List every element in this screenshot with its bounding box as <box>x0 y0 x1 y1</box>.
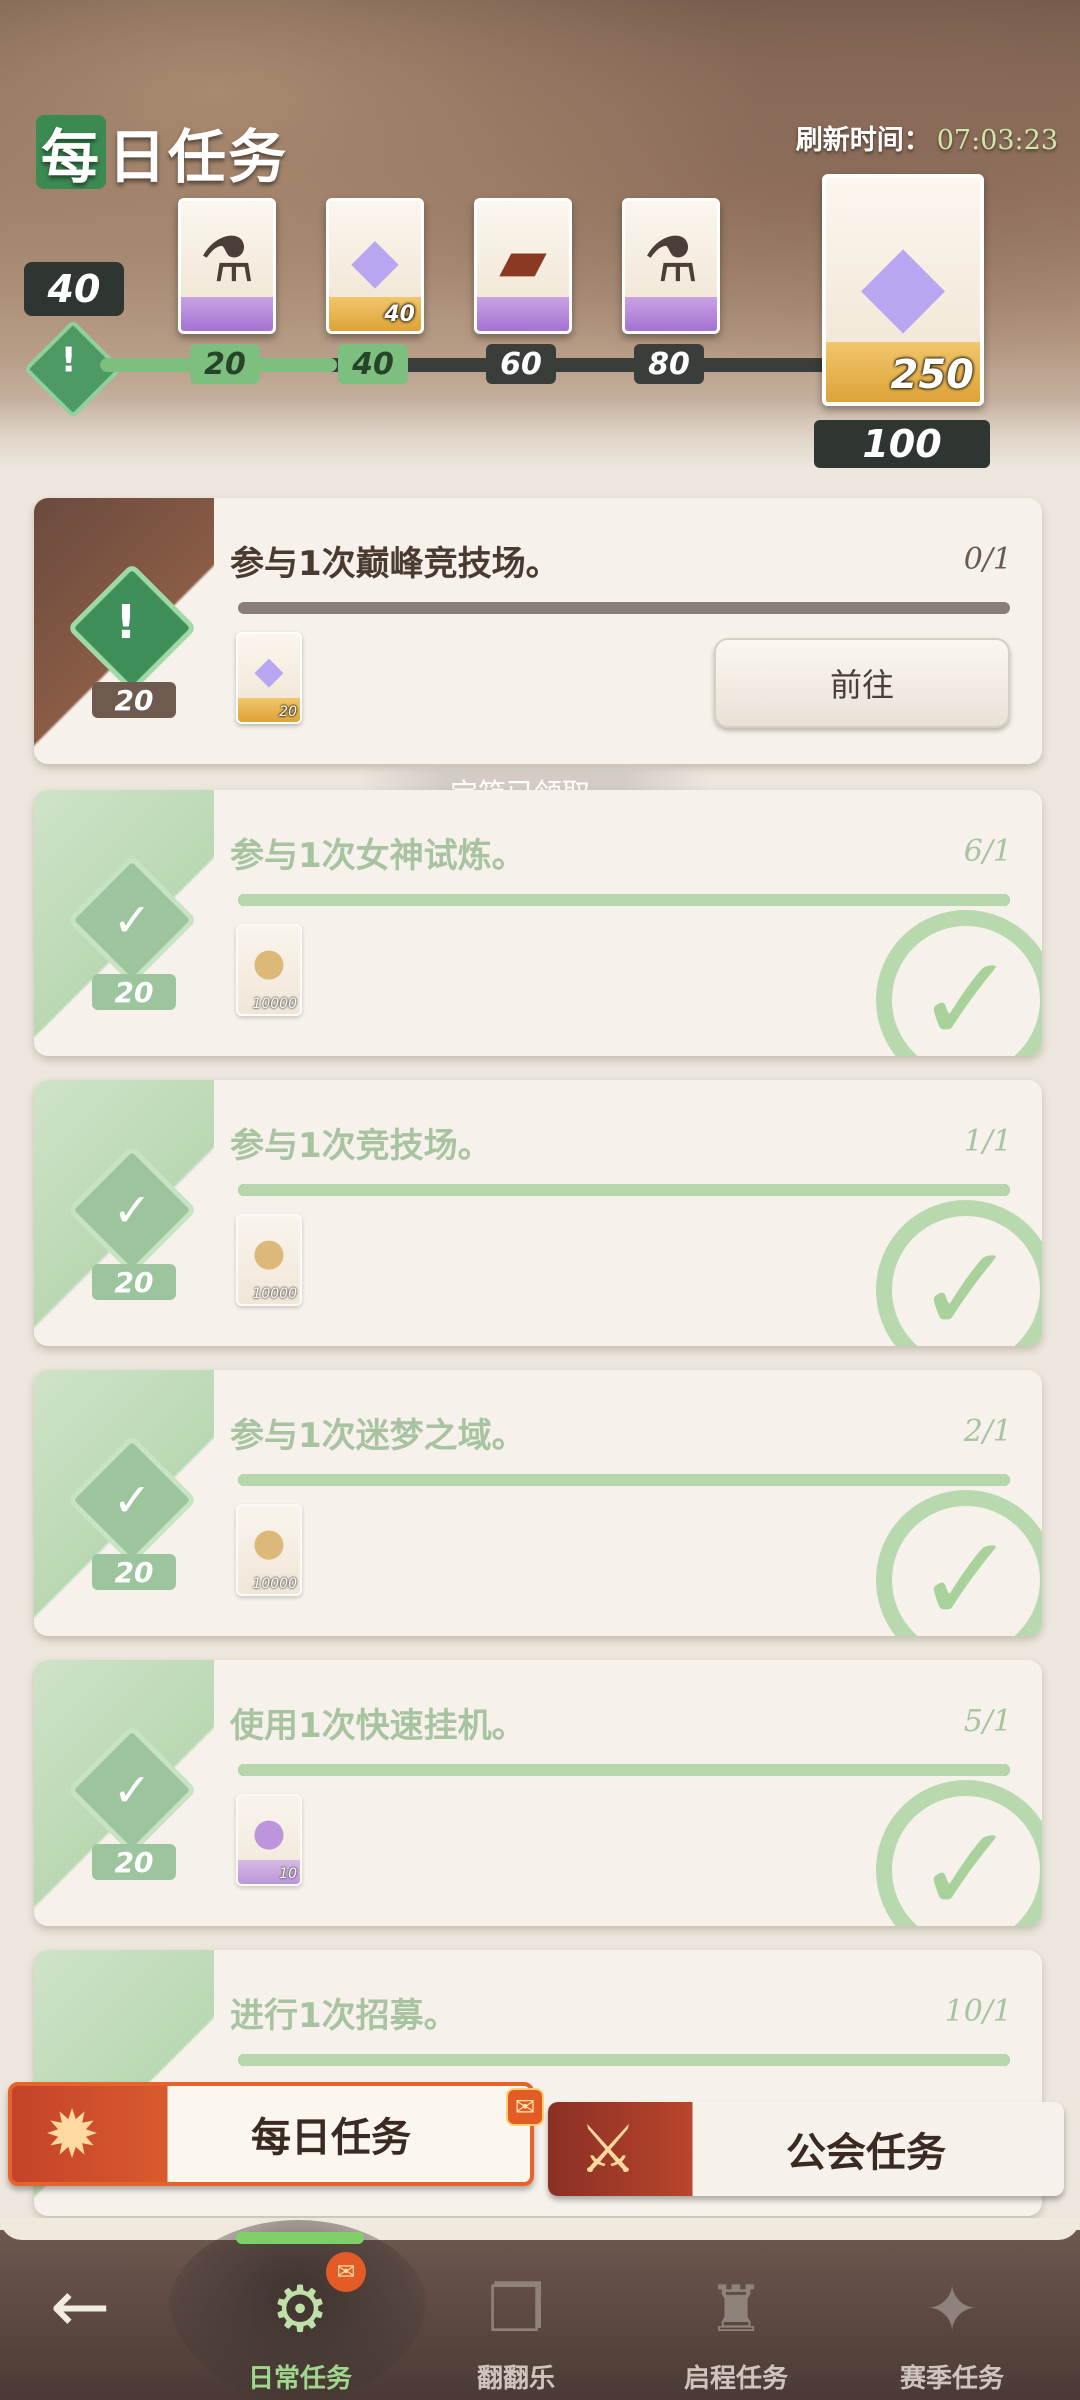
task-name: 参与1次女神试炼。 <box>230 836 526 876</box>
go-button[interactable]: 前往 <box>714 638 1010 728</box>
task-points: 20 <box>92 1554 176 1590</box>
purple-potion-icon: ⚗ <box>199 223 255 296</box>
task-points: 20 <box>92 1844 176 1880</box>
task-name: 进行1次招募。 <box>230 1996 458 2036</box>
task-reward-item[interactable]: ● 10000 <box>236 924 302 1016</box>
completed-check-icon: ✓ <box>876 1490 1042 1636</box>
task-progress-bar <box>238 894 1010 906</box>
task-progress-bar <box>238 2054 1010 2066</box>
milestone-marker-1: 20 <box>190 344 260 384</box>
completed-check-icon: ✓ <box>876 910 1042 1056</box>
completed-check-icon: ✓ <box>876 1200 1042 1346</box>
task-progress: 6/1 <box>963 834 1012 869</box>
task-name: 参与1次迷梦之域。 <box>230 1416 526 1456</box>
task-reward-qty: 10000 <box>252 1576 297 1592</box>
active-tab-indicator <box>236 2232 364 2244</box>
task-reward-qty: 20 <box>279 704 297 720</box>
nav-flip-game[interactable]: ❐ 翻翻乐 <box>436 2270 596 2395</box>
spellbook-icon: ▰ <box>499 223 547 296</box>
milestone-reward-1[interactable]: ⚗ <box>178 198 276 334</box>
task-name: 使用1次快速挂机。 <box>230 1706 526 1746</box>
back-arrow-icon[interactable]: ← <box>50 2264 110 2348</box>
milestone-marker-4: 80 <box>634 344 704 384</box>
task-name: 参与1次巅峰竞技场。 <box>230 544 560 584</box>
task-progress-bar <box>238 1474 1010 1486</box>
task-points: 20 <box>92 682 176 718</box>
task-card: ✓ 20 参与1次女神试炼。 6/1 ● 10000 ✓ <box>34 790 1042 1056</box>
daily-tasks-label: 每日任务 <box>251 2115 411 2161</box>
nav-label: 日常任务 <box>247 2364 352 2394</box>
task-reward-item[interactable]: ● 10000 <box>236 1504 302 1596</box>
task-progress: 1/1 <box>963 1124 1012 1159</box>
guild-tasks-tab[interactable]: ⚔ 公会任务 <box>548 2102 1064 2196</box>
gift-badge-icon: ✉ <box>326 2252 366 2292</box>
gold-coins-icon: ● <box>252 1520 286 1564</box>
task-reward-qty: 10000 <box>252 1286 297 1302</box>
diamond-icon: ◆ <box>351 223 399 296</box>
task-card: ✓ 20 参与1次迷梦之域。 2/1 ● 10000 ✓ <box>34 1370 1042 1636</box>
nav-journey-tasks[interactable]: ♜ 启程任务 <box>656 2270 816 2395</box>
refresh-label: 刷新时间： <box>795 125 931 156</box>
task-progress-bar <box>238 1764 1010 1776</box>
daily-tasks-tab[interactable]: ✹ 每日任务 <box>8 2082 534 2186</box>
refresh-time: 07:03:23 <box>936 125 1058 156</box>
milestone-marker-2: 40 <box>338 344 408 384</box>
gold-coins-icon: ● <box>252 940 286 984</box>
gold-coins-icon: ● <box>252 1230 286 1274</box>
sun-emblem-icon: ✹ <box>44 2095 100 2173</box>
gift-badge-icon: ✉ <box>506 2088 544 2126</box>
nav-label: 翻翻乐 <box>476 2364 555 2394</box>
task-reward-item[interactable]: ● 10 <box>236 1794 302 1886</box>
task-progress: 5/1 <box>963 1704 1012 1739</box>
task-progress: 0/1 <box>963 542 1012 577</box>
task-reward-item[interactable]: ◆ 20 <box>236 632 302 724</box>
milestone-reward-2[interactable]: ◆ 40 <box>326 198 424 334</box>
refresh-timer: 刷新时间： 07:03:23 <box>796 118 1058 157</box>
task-progress-bar <box>238 1184 1010 1196</box>
task-progress: 2/1 <box>963 1414 1012 1449</box>
guild-tasks-label: 公会任务 <box>786 2130 946 2176</box>
milestone-reward-4[interactable]: ⚗ <box>622 198 720 334</box>
task-card: ! 20 参与1次巅峰竞技场。 0/1 ◆ 20 前往 <box>34 498 1042 764</box>
diamond-icon: ◆ <box>860 218 946 346</box>
purple-orb-icon: ● <box>252 1810 286 1854</box>
task-progress: 10/1 <box>944 1994 1012 2029</box>
task-card: ✓ 20 参与1次竞技场。 1/1 ● 10000 ✓ <box>34 1080 1042 1346</box>
task-reward-qty: 10 <box>279 1866 297 1882</box>
task-card: ✓ 20 使用1次快速挂机。 5/1 ● 10 ✓ <box>34 1660 1042 1926</box>
final-milestone-marker: 100 <box>814 420 990 468</box>
task-name: 参与1次竞技场。 <box>230 1126 492 1166</box>
page-title: 每日任务 <box>36 112 288 192</box>
card-flip-icon: ❐ <box>487 2273 545 2347</box>
final-milestone-reward[interactable]: ◆ 250 <box>822 174 984 406</box>
task-reward-qty: 10000 <box>252 996 297 1012</box>
final-reward-qty: 250 <box>890 352 975 398</box>
milestone-reward-qty: 40 <box>384 302 415 327</box>
diamond-icon: ◆ <box>254 648 284 692</box>
title-first-char: 每 <box>36 115 106 191</box>
current-points-badge: 40 <box>24 262 124 316</box>
task-points: 20 <box>92 974 176 1010</box>
purple-potion-icon: ⚗ <box>643 223 699 296</box>
nav-label: 赛季任务 <box>899 2364 1004 2394</box>
milestone-reward-3[interactable]: ▰ <box>474 198 572 334</box>
milestone-marker-3: 60 <box>486 344 556 384</box>
nav-season-tasks[interactable]: ✦ 赛季任务 <box>872 2270 1032 2395</box>
nav-label: 启程任务 <box>683 2364 788 2394</box>
task-points: 20 <box>92 1264 176 1300</box>
star-flower-icon: ✦ <box>925 2273 979 2347</box>
crossed-swords-icon: ⚔ <box>578 2110 638 2188</box>
completed-check-icon: ✓ <box>876 1780 1042 1926</box>
statue-icon: ♜ <box>707 2273 765 2347</box>
title-rest: 日任务 <box>108 123 289 191</box>
task-reward-item[interactable]: ● 10000 <box>236 1214 302 1306</box>
task-progress-bar <box>238 602 1010 614</box>
